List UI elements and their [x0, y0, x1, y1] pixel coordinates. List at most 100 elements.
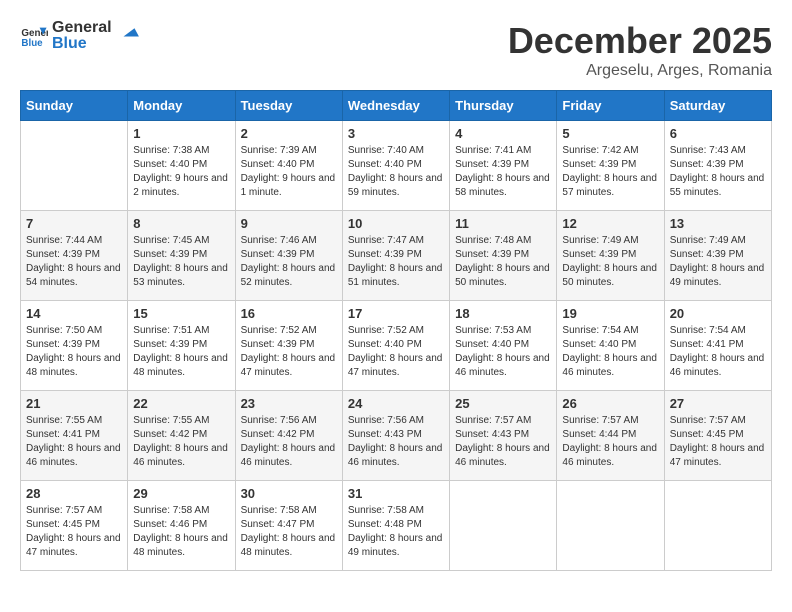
- day-number: 29: [133, 486, 229, 501]
- calendar-cell: 14 Sunrise: 7:50 AMSunset: 4:39 PMDayligh…: [21, 301, 128, 391]
- weekday-header: Sunday: [21, 91, 128, 121]
- day-info: Sunrise: 7:38 AMSunset: 4:40 PMDaylight:…: [133, 144, 229, 200]
- weekday-header: Saturday: [664, 91, 771, 121]
- calendar-cell: 1 Sunrise: 7:38 AMSunset: 4:40 PMDaylight…: [128, 121, 235, 211]
- day-number: 19: [562, 306, 658, 321]
- day-number: 11: [455, 216, 551, 231]
- day-info: Sunrise: 7:40 AMSunset: 4:40 PMDaylight:…: [348, 144, 444, 200]
- day-info: Sunrise: 7:57 AMSunset: 4:43 PMDaylight:…: [455, 414, 551, 470]
- logo-arrow-icon: [118, 20, 140, 42]
- calendar-cell: 7 Sunrise: 7:44 AMSunset: 4:39 PMDaylight…: [21, 211, 128, 301]
- day-info: Sunrise: 7:54 AMSunset: 4:41 PMDaylight:…: [670, 324, 766, 380]
- calendar-week-row: 7 Sunrise: 7:44 AMSunset: 4:39 PMDaylight…: [21, 211, 772, 301]
- logo-general: General: [52, 20, 112, 36]
- day-number: 17: [348, 306, 444, 321]
- day-info: Sunrise: 7:57 AMSunset: 4:45 PMDaylight:…: [26, 504, 122, 560]
- day-info: Sunrise: 7:53 AMSunset: 4:40 PMDaylight:…: [455, 324, 551, 380]
- day-info: Sunrise: 7:43 AMSunset: 4:39 PMDaylight:…: [670, 144, 766, 200]
- day-info: Sunrise: 7:44 AMSunset: 4:39 PMDaylight:…: [26, 234, 122, 290]
- day-number: 6: [670, 126, 766, 141]
- title-area: December 2025 Argeselu, Arges, Romania: [508, 20, 772, 80]
- calendar-cell: 31 Sunrise: 7:58 AMSunset: 4:48 PMDayligh…: [342, 481, 449, 571]
- calendar-cell: 20 Sunrise: 7:54 AMSunset: 4:41 PMDayligh…: [664, 301, 771, 391]
- weekday-header: Wednesday: [342, 91, 449, 121]
- day-number: 4: [455, 126, 551, 141]
- day-info: Sunrise: 7:45 AMSunset: 4:39 PMDaylight:…: [133, 234, 229, 290]
- day-number: 23: [241, 396, 337, 411]
- calendar-week-row: 28Sunrise: 7:57 AMSunset: 4:45 PMDayligh…: [21, 481, 772, 571]
- day-info: Sunrise: 7:50 AMSunset: 4:39 PMDaylight:…: [26, 324, 122, 380]
- day-info: Sunrise: 7:58 AMSunset: 4:48 PMDaylight:…: [348, 504, 444, 560]
- calendar-table: SundayMondayTuesdayWednesdayThursdayFrid…: [20, 90, 772, 571]
- day-number: 16: [241, 306, 337, 321]
- logo: General Blue General Blue: [20, 20, 140, 52]
- calendar-cell: 27Sunrise: 7:57 AMSunset: 4:45 PMDayligh…: [664, 391, 771, 481]
- day-info: Sunrise: 7:57 AMSunset: 4:45 PMDaylight:…: [670, 414, 766, 470]
- day-info: Sunrise: 7:48 AMSunset: 4:39 PMDaylight:…: [455, 234, 551, 290]
- day-info: Sunrise: 7:49 AMSunset: 4:39 PMDaylight:…: [562, 234, 658, 290]
- day-number: 9: [241, 216, 337, 231]
- day-info: Sunrise: 7:51 AMSunset: 4:39 PMDaylight:…: [133, 324, 229, 380]
- day-number: 8: [133, 216, 229, 231]
- day-number: 10: [348, 216, 444, 231]
- calendar-cell: 30Sunrise: 7:58 AMSunset: 4:47 PMDayligh…: [235, 481, 342, 571]
- day-number: 7: [26, 216, 122, 231]
- day-info: Sunrise: 7:57 AMSunset: 4:44 PMDaylight:…: [562, 414, 658, 470]
- calendar-week-row: 1 Sunrise: 7:38 AMSunset: 4:40 PMDaylight…: [21, 121, 772, 211]
- weekday-header: Thursday: [450, 91, 557, 121]
- day-number: 2: [241, 126, 337, 141]
- logo-blue: Blue: [52, 36, 112, 52]
- calendar-cell: 19 Sunrise: 7:54 AMSunset: 4:40 PMDayligh…: [557, 301, 664, 391]
- calendar-cell: 6 Sunrise: 7:43 AMSunset: 4:39 PMDaylight…: [664, 121, 771, 211]
- calendar-cell: 21 Sunrise: 7:55 AMSunset: 4:41 PMDayligh…: [21, 391, 128, 481]
- day-info: Sunrise: 7:58 AMSunset: 4:46 PMDaylight:…: [133, 504, 229, 560]
- day-number: 21: [26, 396, 122, 411]
- calendar-cell: 28Sunrise: 7:57 AMSunset: 4:45 PMDayligh…: [21, 481, 128, 571]
- calendar-cell: 5Sunrise: 7:42 AMSunset: 4:39 PMDaylight…: [557, 121, 664, 211]
- day-info: Sunrise: 7:58 AMSunset: 4:47 PMDaylight:…: [241, 504, 337, 560]
- day-info: Sunrise: 7:55 AMSunset: 4:41 PMDaylight:…: [26, 414, 122, 470]
- day-number: 20: [670, 306, 766, 321]
- calendar-cell: 9 Sunrise: 7:46 AMSunset: 4:39 PMDaylight…: [235, 211, 342, 301]
- calendar-cell: [557, 481, 664, 571]
- calendar-cell: 24Sunrise: 7:56 AMSunset: 4:43 PMDayligh…: [342, 391, 449, 481]
- month-title: December 2025: [508, 20, 772, 62]
- calendar-cell: 15Sunrise: 7:51 AMSunset: 4:39 PMDayligh…: [128, 301, 235, 391]
- calendar-cell: 29 Sunrise: 7:58 AMSunset: 4:46 PMDayligh…: [128, 481, 235, 571]
- day-info: Sunrise: 7:41 AMSunset: 4:39 PMDaylight:…: [455, 144, 551, 200]
- calendar-cell: 23Sunrise: 7:56 AMSunset: 4:42 PMDayligh…: [235, 391, 342, 481]
- day-number: 1: [133, 126, 229, 141]
- day-number: 25: [455, 396, 551, 411]
- day-info: Sunrise: 7:46 AMSunset: 4:39 PMDaylight:…: [241, 234, 337, 290]
- calendar-cell: 25 Sunrise: 7:57 AMSunset: 4:43 PMDayligh…: [450, 391, 557, 481]
- svg-text:Blue: Blue: [21, 38, 43, 49]
- calendar-cell: 3 Sunrise: 7:40 AMSunset: 4:40 PMDaylight…: [342, 121, 449, 211]
- calendar-cell: 8 Sunrise: 7:45 AMSunset: 4:39 PMDaylight…: [128, 211, 235, 301]
- day-info: Sunrise: 7:52 AMSunset: 4:39 PMDaylight:…: [241, 324, 337, 380]
- calendar-cell: 16 Sunrise: 7:52 AMSunset: 4:39 PMDayligh…: [235, 301, 342, 391]
- calendar-cell: 11 Sunrise: 7:48 AMSunset: 4:39 PMDayligh…: [450, 211, 557, 301]
- calendar-week-row: 21 Sunrise: 7:55 AMSunset: 4:41 PMDayligh…: [21, 391, 772, 481]
- day-number: 26: [562, 396, 658, 411]
- weekday-header: Friday: [557, 91, 664, 121]
- calendar-cell: 22 Sunrise: 7:55 AMSunset: 4:42 PMDayligh…: [128, 391, 235, 481]
- day-number: 24: [348, 396, 444, 411]
- day-number: 14: [26, 306, 122, 321]
- day-number: 31: [348, 486, 444, 501]
- day-info: Sunrise: 7:54 AMSunset: 4:40 PMDaylight:…: [562, 324, 658, 380]
- day-number: 3: [348, 126, 444, 141]
- calendar-cell: 13Sunrise: 7:49 AMSunset: 4:39 PMDayligh…: [664, 211, 771, 301]
- day-info: Sunrise: 7:49 AMSunset: 4:39 PMDaylight:…: [670, 234, 766, 290]
- calendar-cell: [664, 481, 771, 571]
- day-info: Sunrise: 7:55 AMSunset: 4:42 PMDaylight:…: [133, 414, 229, 470]
- calendar-cell: 10Sunrise: 7:47 AMSunset: 4:39 PMDayligh…: [342, 211, 449, 301]
- calendar-body: 1 Sunrise: 7:38 AMSunset: 4:40 PMDaylight…: [21, 121, 772, 571]
- calendar-cell: [21, 121, 128, 211]
- calendar-cell: 26 Sunrise: 7:57 AMSunset: 4:44 PMDayligh…: [557, 391, 664, 481]
- day-number: 18: [455, 306, 551, 321]
- day-number: 22: [133, 396, 229, 411]
- calendar-week-row: 14 Sunrise: 7:50 AMSunset: 4:39 PMDayligh…: [21, 301, 772, 391]
- day-number: 5: [562, 126, 658, 141]
- calendar-cell: 2Sunrise: 7:39 AMSunset: 4:40 PMDaylight…: [235, 121, 342, 211]
- calendar-cell: 4 Sunrise: 7:41 AMSunset: 4:39 PMDaylight…: [450, 121, 557, 211]
